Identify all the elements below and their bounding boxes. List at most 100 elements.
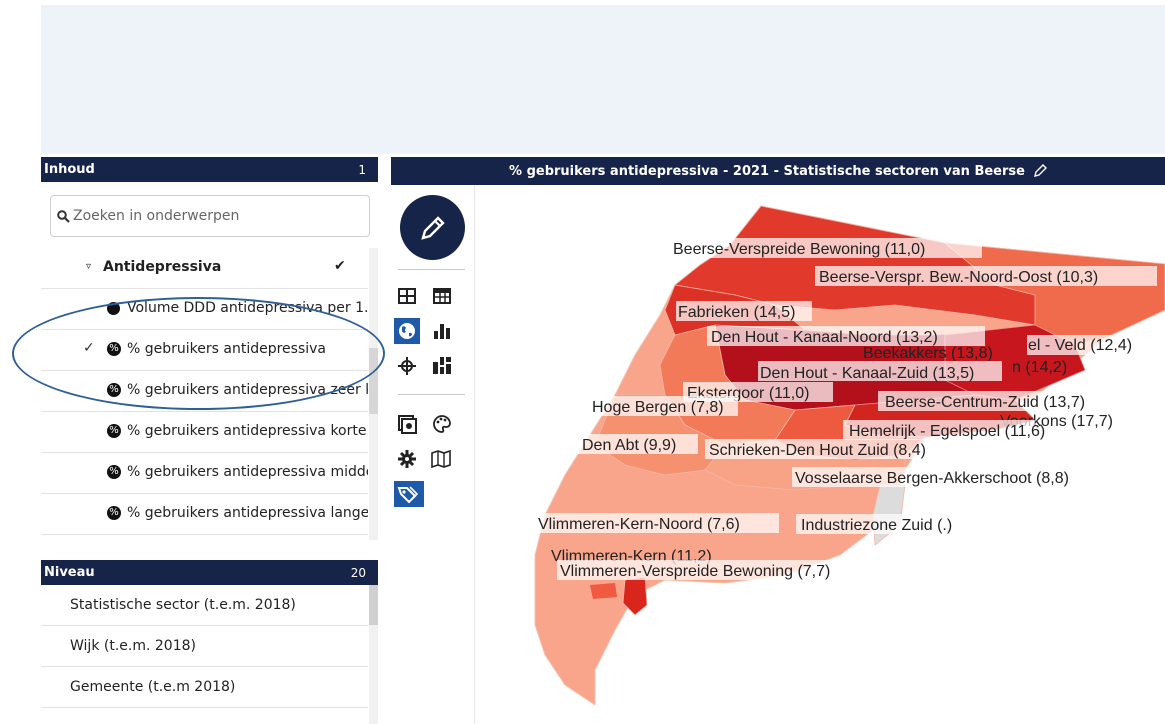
tag-icon: [397, 486, 419, 504]
tree-item-label: % gebruikers antidepressiva midde: [127, 464, 368, 480]
map-title-bar: % gebruikers antidepressiva - 2021 - Sta…: [391, 157, 1165, 185]
svg-text:Industriezone Zuid (.): Industriezone Zuid (.): [801, 517, 952, 534]
map-canvas[interactable]: Beerse-Verspreide Bewoning (11,0) Beerse…: [475, 185, 1165, 724]
tree-item[interactable]: % % gebruikers antidepressiva zeer k: [41, 371, 368, 412]
map-label-3: Den Hout - Kanaal-Noord (13,2): [707, 326, 985, 346]
map-label-10: Beerse-Centrum-Zuid (13,7): [878, 391, 1121, 411]
treemap-icon: [433, 357, 451, 374]
inhoud-title: Inhoud: [44, 162, 95, 177]
map-label-19: Vlimmeren-Verspreide Bewoning (7,7): [557, 560, 905, 580]
region-vlimmeren-kern-small[interactable]: [590, 583, 617, 599]
tree-item[interactable]: % % gebruikers antidepressiva midde: [41, 453, 368, 494]
bar-chart-button[interactable]: [429, 318, 455, 344]
map-label-9: Hoge Bergen (7,8): [588, 396, 738, 416]
map-label-14: Schrieken-Den Hout Zuid (8,4): [705, 439, 943, 459]
treemap-button[interactable]: [429, 353, 455, 379]
palette-button[interactable]: [429, 411, 455, 437]
svg-text:el - Veld (12,4): el - Veld (12,4): [1028, 337, 1132, 354]
crosshair-button[interactable]: [394, 353, 420, 379]
tree-item[interactable]: % % gebruikers antidepressiva lange: [41, 494, 368, 535]
pencil-button[interactable]: [400, 195, 465, 260]
niveau-item[interactable]: Wijk (t.e.m. 2018): [41, 626, 368, 667]
content-tree: ▿ Antidepressiva ✔​ Volume DDD antidepre…: [41, 248, 378, 540]
top-banner: [41, 5, 1165, 154]
tree-group-label: Antidepressiva: [103, 259, 222, 275]
map-label-6: n (14,2): [1012, 359, 1067, 376]
niveau-title: Niveau: [44, 565, 95, 580]
edit-pencil-icon[interactable]: [1033, 164, 1047, 178]
svg-text:Schrieken-Den Hout Zuid (8,4): Schrieken-Den Hout Zuid (8,4): [709, 442, 926, 459]
filled-circle-icon: [107, 302, 120, 315]
svg-text:Vosselaarse Bergen-Akkerschoot: Vosselaarse Bergen-Akkerschoot (8,8): [795, 470, 1069, 487]
niveau-item-label: Gemeente (t.e.m 2018): [70, 679, 236, 695]
svg-text:n (14,2): n (14,2): [1012, 359, 1067, 376]
tree-item[interactable]: Volume DDD antidepressiva per 1.0: [41, 289, 368, 330]
table-button[interactable]: [394, 283, 420, 309]
map-label-4: Beekakkers (13,8): [863, 345, 993, 362]
double-check-icon[interactable]: ✔​: [334, 258, 346, 274]
check-icon: ✓: [83, 340, 95, 356]
labels-button[interactable]: [394, 481, 424, 507]
percent-icon: %: [107, 342, 121, 356]
tree-item-label: % gebruikers antidepressiva zeer k: [127, 382, 368, 398]
tree-item-label: Volume DDD antidepressiva per 1.0: [127, 300, 368, 316]
svg-text:Beekakkers (13,8): Beekakkers (13,8): [863, 345, 993, 362]
map-view-button[interactable]: [394, 318, 420, 344]
search-area: Zoeken in onderwerpen: [41, 182, 378, 248]
niveau-list: Statistische sector (t.e.m. 2018) Wijk (…: [41, 585, 378, 724]
map-label-17: Industriezone Zuid (.): [796, 514, 966, 534]
tree-item[interactable]: % % gebruikers antidepressiva korte d: [41, 412, 368, 453]
niveau-item[interactable]: [41, 708, 368, 724]
svg-text:Hoge Bergen (7,8): Hoge Bergen (7,8): [592, 399, 724, 416]
bar-chart-icon: [434, 324, 450, 339]
niveau-header: Niveau 20: [41, 560, 378, 585]
palette-icon: [433, 415, 451, 433]
map-label-15: Vosselaarse Bergen-Akkerschoot (8,8): [792, 467, 1140, 487]
table-alt-icon: [433, 288, 451, 304]
pencil-icon: [420, 215, 445, 240]
map-label-7: Den Hout - Kanaal-Zuid (13,5): [758, 361, 1002, 382]
tree-scrollbar-thumb[interactable]: [369, 348, 378, 414]
search-input[interactable]: Zoeken in onderwerpen: [50, 195, 370, 237]
niveau-count: 20: [350, 565, 366, 580]
niveau-item[interactable]: Statistische sector (t.e.m. 2018): [41, 585, 368, 626]
niveau-scrollbar-thumb[interactable]: [369, 585, 378, 625]
picture-button[interactable]: [394, 411, 420, 437]
map-label-5: el - Veld (12,4): [1027, 335, 1139, 355]
triangle-down-icon: ▿: [86, 261, 92, 272]
svg-text:Hemelrijk - Egelspoel (11,6): Hemelrijk - Egelspoel (11,6): [849, 423, 1045, 440]
svg-text:Beerse-Centrum-Zuid (13,7): Beerse-Centrum-Zuid (13,7): [885, 394, 1085, 411]
niveau-item[interactable]: Gemeente (t.e.m 2018): [41, 667, 368, 708]
map-layer-button[interactable]: [429, 446, 455, 472]
crosshair-icon: [398, 357, 416, 375]
tree-item-selected[interactable]: ✓ % % gebruikers antidepressiva: [41, 330, 368, 371]
map-label-0: Beerse-Verspreide Bewoning (11,0): [670, 238, 982, 258]
svg-text:Beerse-Verspr. Bew.-Noord-Oost: Beerse-Verspr. Bew.-Noord-Oost (10,3): [819, 269, 1098, 286]
tree-group-antidepressiva[interactable]: ▿ Antidepressiva ✔​: [41, 248, 368, 289]
map-label-2: Fabrieken (14,5): [676, 301, 812, 321]
percent-icon: %: [107, 383, 121, 397]
niveau-item-label: Statistische sector (t.e.m. 2018): [70, 597, 296, 613]
svg-text:Beerse-Verspreide Bewoning (11: Beerse-Verspreide Bewoning (11,0): [673, 241, 925, 258]
map-toolbar: [391, 185, 475, 724]
settings-button[interactable]: [394, 446, 420, 472]
tree-item-label: % gebruikers antidepressiva: [127, 341, 327, 357]
picture-icon: [398, 415, 417, 434]
svg-text:Den Hout - Kanaal-Zuid (13,5): Den Hout - Kanaal-Zuid (13,5): [760, 365, 974, 382]
tree-item-label: % gebruikers antidepressiva korte d: [127, 423, 368, 439]
svg-text:Den Hout - Kanaal-Noord (13,2): Den Hout - Kanaal-Noord (13,2): [711, 329, 938, 346]
percent-icon: %: [107, 465, 121, 479]
table-alt-button[interactable]: [429, 283, 455, 309]
svg-text:Den Abt (9,9): Den Abt (9,9): [582, 437, 676, 454]
map-label-13: Den Abt (9,9): [578, 434, 698, 454]
table-icon: [398, 288, 416, 304]
svg-text:Vlimmeren-Verspreide Bewoning: Vlimmeren-Verspreide Bewoning (7,7): [560, 563, 830, 580]
tree-item-label: % gebruikers antidepressiva lange: [127, 505, 368, 521]
niveau-item-label: Wijk (t.e.m. 2018): [70, 638, 196, 654]
inhoud-count: 1: [358, 162, 366, 177]
globe-icon: [399, 323, 415, 339]
percent-icon: %: [107, 506, 121, 520]
search-icon: [57, 209, 70, 223]
map-label-16: Vlimmeren-Kern-Noord (7,6): [535, 513, 779, 533]
svg-text:Vlimmeren-Kern-Noord (7,6): Vlimmeren-Kern-Noord (7,6): [538, 516, 740, 533]
